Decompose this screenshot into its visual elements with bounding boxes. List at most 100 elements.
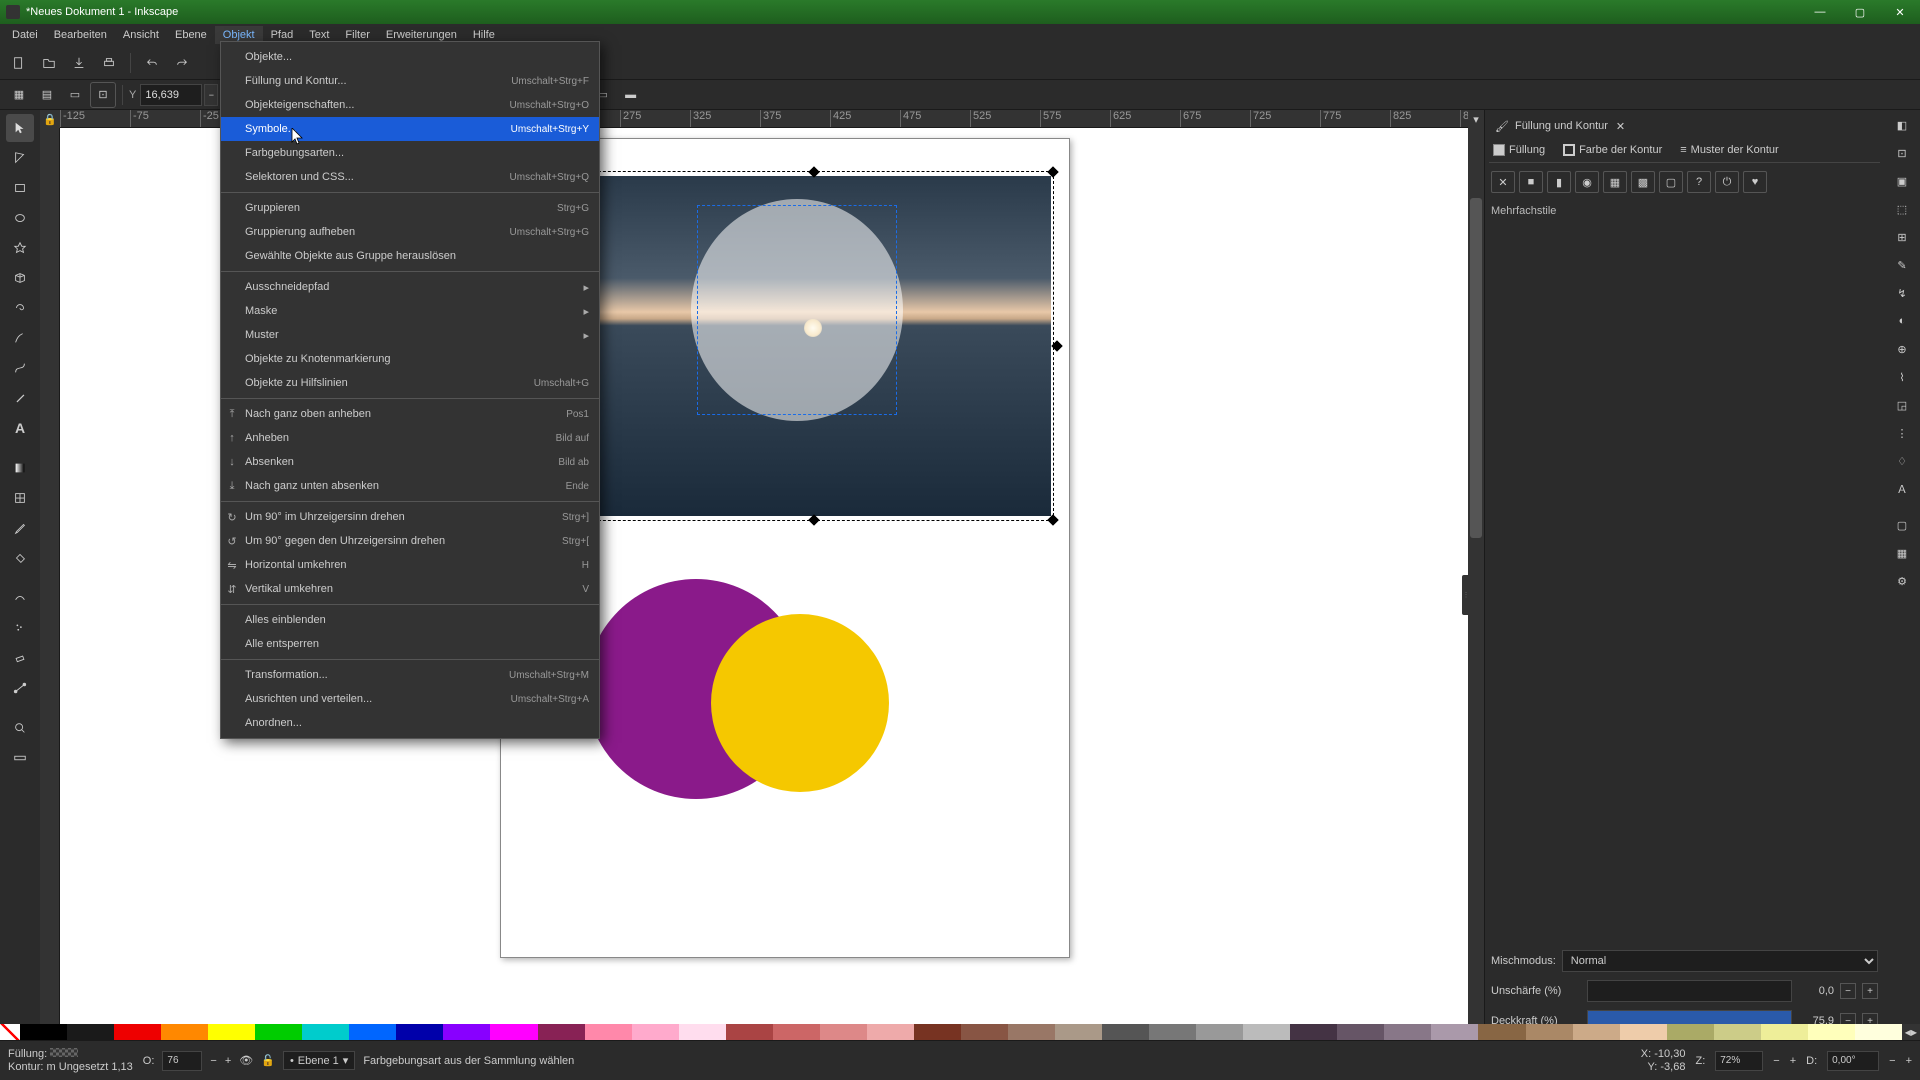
measure-tool[interactable]: [6, 744, 34, 772]
cmd-icon-4[interactable]: ⬚: [1889, 196, 1915, 222]
menu-item[interactable]: Objekte zu Knotenmarkierung: [221, 347, 599, 371]
star-tool[interactable]: [6, 234, 34, 262]
rectangle-tool[interactable]: [6, 174, 34, 202]
select-all-icon[interactable]: ▤: [34, 82, 60, 108]
paint-power-icon[interactable]: ⏻: [1715, 171, 1739, 193]
panel-gripper[interactable]: ⋮: [1462, 575, 1470, 615]
menu-item[interactable]: Anordnen...: [221, 711, 599, 735]
handle-rm[interactable]: [1051, 340, 1062, 351]
color-swatch[interactable]: [255, 1024, 302, 1040]
rot-inc[interactable]: +: [1906, 1055, 1912, 1067]
paint-pattern-icon[interactable]: ▦: [1603, 171, 1627, 193]
y-input[interactable]: [140, 84, 202, 106]
panel-close-icon[interactable]: ✕: [1616, 120, 1625, 133]
color-swatch[interactable]: [632, 1024, 679, 1040]
menu-item[interactable]: Muster▸: [221, 323, 599, 347]
ruler-menu-icon[interactable]: ▾: [1468, 110, 1484, 128]
color-swatch[interactable]: [302, 1024, 349, 1040]
handle-bm[interactable]: [808, 514, 819, 525]
node-tool[interactable]: [6, 144, 34, 172]
menu-item[interactable]: ↓AbsenkenBild ab: [221, 450, 599, 474]
cmd-icon-10[interactable]: ⌇: [1889, 364, 1915, 390]
color-swatch[interactable]: [1102, 1024, 1149, 1040]
menu-ansicht[interactable]: Ansicht: [115, 26, 167, 44]
dropper-tool[interactable]: [6, 514, 34, 542]
color-swatch[interactable]: [349, 1024, 396, 1040]
new-file-button[interactable]: [6, 50, 32, 76]
color-swatch[interactable]: [1384, 1024, 1431, 1040]
ruler-lock-icon[interactable]: 🔒: [40, 110, 60, 128]
color-swatch[interactable]: [1290, 1024, 1337, 1040]
color-swatch[interactable]: [1620, 1024, 1667, 1040]
menu-item[interactable]: GruppierenStrg+G: [221, 196, 599, 220]
color-swatch[interactable]: [1855, 1024, 1902, 1040]
menu-item[interactable]: ⇋Horizontal umkehrenH: [221, 553, 599, 577]
cmd-icon-3[interactable]: ▣: [1889, 168, 1915, 194]
menu-item[interactable]: Objekte...: [221, 45, 599, 69]
menu-item[interactable]: ↻Um 90° im Uhrzeigersinn drehenStrg+]: [221, 505, 599, 529]
paint-linear-icon[interactable]: ▮: [1547, 171, 1571, 193]
spiral-tool[interactable]: [6, 294, 34, 322]
cmd-icon-14[interactable]: Ａ: [1889, 476, 1915, 502]
color-swatch[interactable]: [820, 1024, 867, 1040]
rotation-input[interactable]: [1827, 1051, 1879, 1071]
paint-mesh-icon[interactable]: ▩: [1631, 171, 1655, 193]
swatch-none[interactable]: [0, 1024, 20, 1040]
menu-item[interactable]: Objekteigenschaften...Umschalt+Strg+O: [221, 93, 599, 117]
3dbox-tool[interactable]: [6, 264, 34, 292]
undo-button[interactable]: [139, 50, 165, 76]
menu-item[interactable]: Maske▸: [221, 299, 599, 323]
cmd-icon-8[interactable]: ◐: [1889, 308, 1915, 334]
save-button[interactable]: [66, 50, 92, 76]
color-swatch[interactable]: [1431, 1024, 1478, 1040]
selector-tool[interactable]: [6, 114, 34, 142]
color-swatch[interactable]: [490, 1024, 537, 1040]
yellow-circle[interactable]: [711, 614, 889, 792]
menu-item[interactable]: Transformation...Umschalt+Strg+M: [221, 663, 599, 687]
blur-dec[interactable]: −: [1840, 983, 1856, 999]
paint-unknown-icon[interactable]: ?: [1687, 171, 1711, 193]
color-swatch[interactable]: [679, 1024, 726, 1040]
menu-ebene[interactable]: Ebene: [167, 26, 215, 44]
cmd-icon-1[interactable]: ◧: [1889, 112, 1915, 138]
lock-icon[interactable]: 🔓: [261, 1054, 275, 1067]
color-swatch[interactable]: [1526, 1024, 1573, 1040]
cmd-icon-7[interactable]: ↯: [1889, 280, 1915, 306]
menu-item[interactable]: Alle entsperren: [221, 632, 599, 656]
blur-inc[interactable]: +: [1862, 983, 1878, 999]
paint-radial-icon[interactable]: ◉: [1575, 171, 1599, 193]
zoom-input[interactable]: [1715, 1051, 1763, 1071]
color-swatch[interactable]: [914, 1024, 961, 1040]
color-swatch[interactable]: [1808, 1024, 1855, 1040]
connector-tool[interactable]: [6, 674, 34, 702]
menu-item[interactable]: Alles einblenden: [221, 608, 599, 632]
menu-bearbeiten[interactable]: Bearbeiten: [46, 26, 115, 44]
cmd-icon-12[interactable]: ⋮: [1889, 420, 1915, 446]
zoom-inc[interactable]: +: [1790, 1055, 1796, 1067]
blur-slider[interactable]: [1587, 980, 1792, 1002]
menu-item[interactable]: Ausrichten und verteilen...Umschalt+Strg…: [221, 687, 599, 711]
pencil-tool[interactable]: [6, 324, 34, 352]
color-swatch[interactable]: [114, 1024, 161, 1040]
zoom-tool[interactable]: [6, 714, 34, 742]
menu-item[interactable]: Gruppierung aufhebenUmschalt+Strg+G: [221, 220, 599, 244]
status-op-inc[interactable]: +: [225, 1055, 231, 1067]
paint-swatch-icon[interactable]: ▢: [1659, 171, 1683, 193]
color-swatch[interactable]: [1243, 1024, 1290, 1040]
maximize-button[interactable]: ▢: [1846, 6, 1874, 19]
spray-tool[interactable]: [6, 614, 34, 642]
menu-item[interactable]: Farbgebungsarten...: [221, 141, 599, 165]
ellipse-tool[interactable]: [6, 204, 34, 232]
transform-opt4-icon[interactable]: ▬: [618, 82, 644, 108]
tweak-tool[interactable]: [6, 584, 34, 612]
cmd-icon-2[interactable]: ⊡: [1889, 140, 1915, 166]
menu-item[interactable]: ↑AnhebenBild auf: [221, 426, 599, 450]
cmd-icon-6[interactable]: ✎: [1889, 252, 1915, 278]
menu-item[interactable]: ⤒Nach ganz oben anhebenPos1: [221, 402, 599, 426]
cmd-icon-9[interactable]: ⊕: [1889, 336, 1915, 362]
color-swatch[interactable]: [867, 1024, 914, 1040]
menu-item[interactable]: Objekte zu HilfslinienUmschalt+G: [221, 371, 599, 395]
redo-button[interactable]: [169, 50, 195, 76]
y-dec[interactable]: −: [204, 84, 218, 106]
fill-swatch-icon[interactable]: [50, 1048, 78, 1057]
